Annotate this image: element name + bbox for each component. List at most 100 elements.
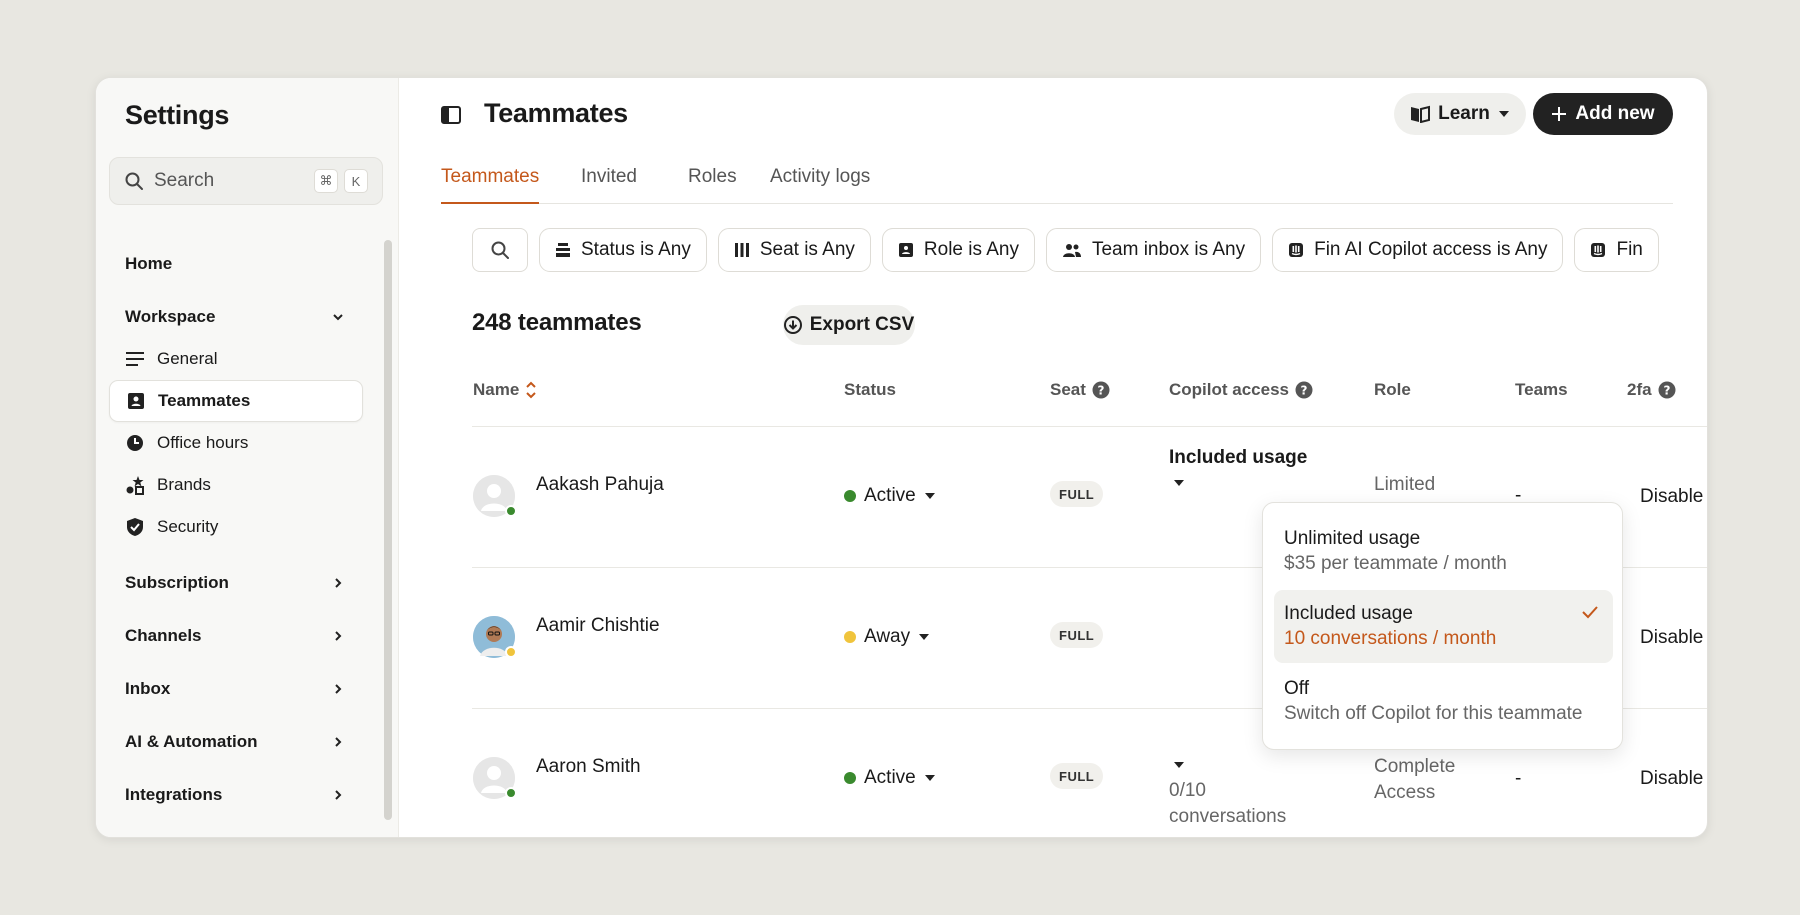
filter-label: Role is Any: [923, 239, 1019, 260]
option-subtitle: 10 conversations / month: [1284, 628, 1497, 649]
twofa-value: Disable: [1640, 627, 1704, 648]
search-placeholder: Search: [154, 170, 215, 191]
main-panel: Teammates Learn Add new Teammates Invite…: [409, 78, 1707, 837]
tab-bar: Teammates Invited Roles Activity logs: [441, 163, 1673, 204]
filter-label: Seat is Any: [759, 239, 855, 260]
presence-dot: [505, 505, 517, 517]
filter-label: Fin: [1616, 239, 1643, 260]
filter-fin-partial[interactable]: Fin: [1574, 228, 1659, 272]
contact-card-icon: [898, 243, 913, 257]
column-header-label: Name: [473, 380, 520, 399]
nav-inbox[interactable]: Inbox: [125, 679, 345, 699]
page-title: Teammates: [484, 98, 628, 128]
tab-roles[interactable]: Roles: [688, 163, 737, 204]
caret-down-icon[interactable]: [1173, 761, 1185, 769]
nav-subscription[interactable]: Subscription: [125, 573, 345, 593]
learn-button[interactable]: Learn: [1394, 93, 1526, 135]
status-dot: [844, 631, 856, 643]
filter-bar: Status is Any Seat is Any Role is Any Te…: [472, 228, 1659, 272]
copilot-access-label: Included usage: [1169, 447, 1308, 468]
caret-down-icon: [919, 634, 930, 640]
column-header-2fa: 2fa ?: [1627, 380, 1676, 400]
sidebar-search[interactable]: Search ⌘ K: [109, 157, 383, 205]
status-label: Active: [864, 485, 916, 506]
help-icon[interactable]: ?: [1295, 381, 1313, 399]
status-dropdown[interactable]: Active: [844, 485, 936, 507]
copilot-usage-unit: conversations: [1169, 806, 1287, 827]
nav-integrations-label: Integrations: [125, 785, 223, 804]
sidebar-item-brands[interactable]: Brands: [109, 464, 363, 506]
search-icon: [491, 241, 509, 259]
tab-invited[interactable]: Invited: [581, 163, 637, 204]
teammate-name[interactable]: Aaron Smith: [536, 756, 641, 778]
sidebar-item-office-hours[interactable]: Office hours: [109, 422, 363, 464]
filter-seat[interactable]: Seat is Any: [717, 228, 871, 272]
copilot-access-dropdown[interactable]: Included usage: [1169, 447, 1307, 469]
svg-text:?: ?: [1097, 384, 1104, 398]
sidebar-item-security[interactable]: Security: [109, 506, 363, 548]
status-dot: [844, 772, 856, 784]
menu-option-included[interactable]: Included usage 10 conversations / month: [1274, 590, 1613, 663]
nav-channels[interactable]: Channels: [125, 626, 345, 646]
nav-channels-label: Channels: [125, 626, 202, 645]
role-value: Limited: [1374, 474, 1436, 495]
nav-home[interactable]: Home: [125, 254, 345, 274]
sidebar-item-label: Teammates: [158, 391, 251, 410]
copilot-access-menu: Unlimited usage $35 per teammate / month…: [1262, 502, 1623, 750]
twofa-value: Disable: [1640, 486, 1704, 507]
chevron-right-icon: [335, 631, 342, 641]
sidebar-scrollbar[interactable]: [384, 240, 392, 820]
svg-text:?: ?: [1663, 384, 1670, 398]
sidebar-item-label: Brands: [157, 475, 211, 494]
column-header-name[interactable]: Name: [473, 380, 537, 400]
nav-home-label: Home: [125, 254, 173, 273]
sidebar-item-label: Security: [157, 517, 219, 536]
caret-down-icon: [1498, 111, 1509, 117]
nav-integrations[interactable]: Integrations: [125, 785, 345, 805]
tab-activity-logs[interactable]: Activity logs: [770, 163, 870, 204]
filter-search-button[interactable]: [472, 228, 528, 272]
filter-team-inbox[interactable]: Team inbox is Any: [1045, 228, 1262, 272]
tab-teammates[interactable]: Teammates: [441, 163, 540, 204]
filter-status[interactable]: Status is Any: [539, 228, 707, 272]
sidebar: Settings Search ⌘ K Home Workspace Gener…: [96, 78, 399, 837]
teammate-name[interactable]: Aakash Pahuja: [536, 474, 664, 496]
sidebar-item-label: Office hours: [157, 433, 249, 452]
option-subtitle: $35 per teammate / month: [1284, 553, 1507, 574]
column-header-label: Teams: [1515, 380, 1568, 399]
nav-ai-automation-label: AI & Automation: [125, 732, 258, 751]
role-value-line2: Access: [1374, 782, 1436, 803]
nav-workspace[interactable]: Workspace: [125, 307, 345, 327]
option-title: Off: [1284, 678, 1309, 699]
export-csv-button[interactable]: Export CSV: [783, 305, 915, 345]
filter-role[interactable]: Role is Any: [881, 228, 1035, 272]
sidebar-item-general[interactable]: General: [109, 338, 363, 380]
sidebar-item-teammates[interactable]: Teammates: [109, 380, 363, 422]
status-dropdown[interactable]: Active: [844, 767, 936, 789]
menu-option-off[interactable]: Off Switch off Copilot for this teammate: [1274, 665, 1613, 738]
column-header-copilot-access: Copilot access ?: [1169, 380, 1313, 400]
add-new-button[interactable]: Add new: [1533, 93, 1673, 135]
sidebar-toggle-icon[interactable]: [441, 106, 461, 129]
menu-option-unlimited[interactable]: Unlimited usage $35 per teammate / month: [1274, 515, 1613, 588]
copilot-usage-value: 0/10: [1169, 780, 1206, 801]
option-subtitle: Switch off Copilot for this teammate: [1284, 703, 1583, 724]
clock-icon: [125, 433, 145, 453]
seat-badge: FULL: [1050, 622, 1104, 648]
teammate-name[interactable]: Aamir Chishtie: [536, 615, 660, 637]
help-icon[interactable]: ?: [1092, 381, 1110, 399]
plus-icon: [1552, 107, 1567, 121]
status-dropdown[interactable]: Away: [844, 626, 930, 648]
help-icon[interactable]: ?: [1658, 381, 1676, 399]
export-label: Export CSV: [809, 314, 915, 335]
nav-ai-automation[interactable]: AI & Automation: [125, 732, 345, 752]
caret-down-icon[interactable]: [1173, 479, 1185, 487]
teammate-count: 248 teammates: [472, 309, 642, 336]
svg-text:?: ?: [1301, 384, 1308, 398]
column-header-role: Role: [1374, 380, 1411, 400]
presence-dot: [505, 646, 517, 658]
status-label: Away: [864, 626, 911, 647]
filter-copilot-access[interactable]: Fin AI Copilot access is Any: [1272, 228, 1564, 272]
nav-subscription-label: Subscription: [125, 573, 229, 592]
command-key: ⌘: [314, 169, 338, 193]
